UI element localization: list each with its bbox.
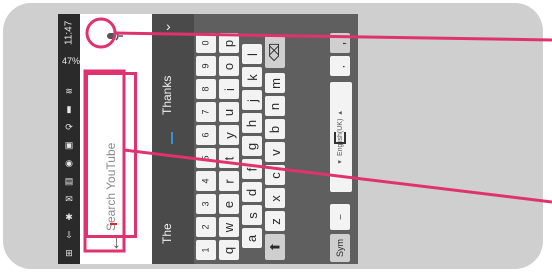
status-bar: 11:47 47% ≋ ▮ ⟳ ▣ ◉ ▤ ✉ ✱ ⇩ ⊞ (58, 14, 80, 264)
key[interactable]: m (265, 73, 285, 93)
key[interactable]: 1 (196, 240, 216, 260)
key[interactable]: x (265, 188, 285, 208)
key[interactable]: 8 (196, 79, 216, 99)
key[interactable]: a (242, 228, 262, 248)
key[interactable]: k (242, 67, 262, 87)
suggestion-strip: › Thanks The (152, 14, 194, 264)
wifi-icon: ≋ (65, 86, 73, 96)
key[interactable]: 6 (196, 125, 216, 145)
key[interactable]: s (242, 205, 262, 225)
key[interactable]: f (242, 159, 262, 179)
suggestion-divider (171, 132, 173, 144)
mic-icon[interactable] (102, 24, 128, 48)
key[interactable]: y (219, 125, 239, 145)
comma-key[interactable]: , (330, 33, 350, 53)
key[interactable]: o (219, 56, 239, 76)
shift-key[interactable]: ⬆ (265, 234, 285, 260)
search-input[interactable]: Search YouTube (85, 72, 137, 238)
mic-key[interactable]: – (330, 204, 350, 230)
suggestion-word[interactable]: The (160, 214, 186, 254)
youtube-search-bar: Search YouTube ↓ (80, 14, 152, 264)
add-icon: ⊞ (65, 248, 73, 258)
search-placeholder: Search YouTube (104, 142, 118, 231)
key[interactable]: t (219, 148, 239, 168)
key[interactable]: h (242, 113, 262, 133)
key[interactable]: 7 (196, 102, 216, 122)
dot-key[interactable]: . (330, 56, 350, 76)
key[interactable]: n (265, 96, 285, 116)
status-time: 11:47 (63, 20, 75, 46)
key[interactable]: q (219, 240, 239, 260)
arrow-back-icon[interactable]: ↓ (112, 232, 121, 253)
key[interactable]: b (265, 119, 285, 139)
key[interactable]: 5 (196, 148, 216, 168)
key[interactable]: e (219, 194, 239, 214)
key[interactable]: d (242, 182, 262, 202)
text-cursor (110, 223, 117, 225)
key[interactable]: p (219, 33, 239, 53)
key[interactable]: r (219, 171, 239, 191)
mail-icon: ✉ (65, 194, 73, 204)
suggestion-word[interactable]: Thanks (160, 70, 186, 120)
key[interactable]: j (242, 90, 262, 110)
backspace-key[interactable]: ⌫ (265, 36, 285, 68)
key[interactable]: 2 (196, 217, 216, 237)
signal-icon: ▮ (66, 104, 72, 114)
key[interactable]: z (265, 211, 285, 231)
on-screen-keyboard: › Thanks The 1 2 3 4 5 6 7 8 9 0 q w e r… (152, 14, 358, 264)
shift-icon: ⬆ (267, 241, 282, 253)
backspace-icon: ⌫ (266, 42, 282, 62)
key[interactable]: v (265, 142, 285, 162)
key[interactable]: 3 (196, 194, 216, 214)
space-bar[interactable]: ◂ English(UK) ▸ (330, 82, 352, 192)
key[interactable]: c (265, 165, 285, 185)
key[interactable]: 4 (196, 171, 216, 191)
mic-icon-glyph (107, 31, 123, 41)
key[interactable]: u (219, 102, 239, 122)
bluetooth-icon: ✱ (65, 212, 73, 222)
battery-percent: 47% (62, 56, 81, 66)
chevron-up-icon[interactable]: › (166, 18, 171, 34)
key[interactable]: 0 (196, 33, 216, 53)
notification-icon: ◉ (65, 158, 73, 168)
key[interactable]: l (242, 44, 262, 64)
gallery-icon: ▤ (64, 176, 74, 186)
key[interactable]: i (219, 79, 239, 99)
download-icon: ⇩ (65, 230, 73, 240)
sync-icon: ⟳ (65, 122, 73, 132)
key[interactable]: w (219, 217, 239, 237)
phone-screen: 11:47 47% ≋ ▮ ⟳ ▣ ◉ ▤ ✉ ✱ ⇩ ⊞ Search You… (58, 14, 358, 264)
key[interactable]: g (242, 136, 262, 156)
key[interactable]: 9 (196, 56, 216, 76)
image-icon: ▣ (64, 140, 74, 150)
space-icon (334, 132, 346, 144)
sym-key[interactable]: Sym (330, 234, 350, 262)
